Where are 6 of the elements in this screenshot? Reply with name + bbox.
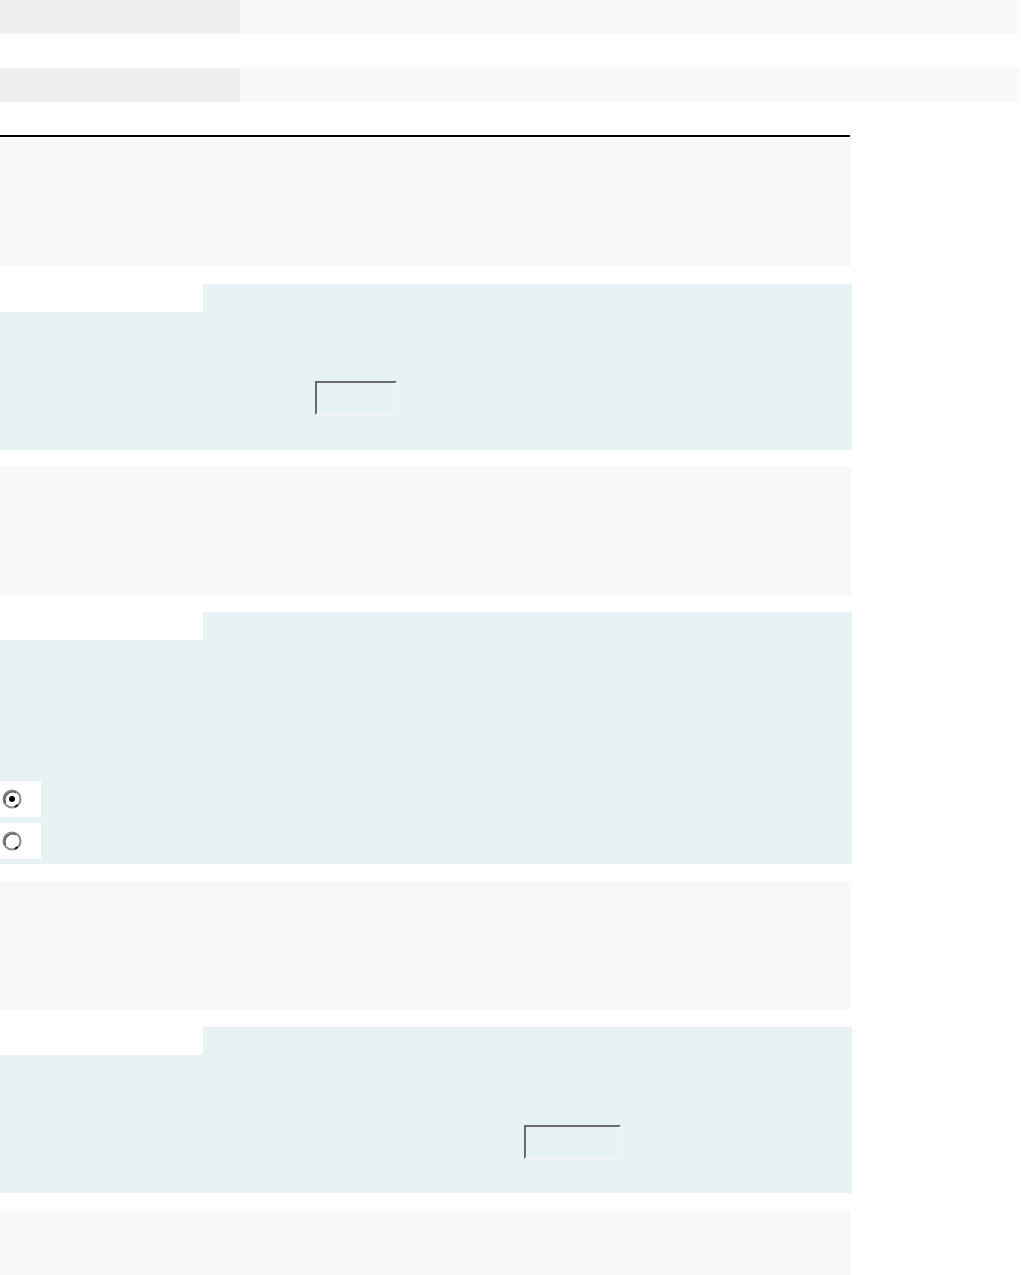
input-field[interactable] (315, 381, 397, 415)
radio-button[interactable] (2, 831, 22, 851)
option-row[interactable] (0, 781, 41, 817)
option-row[interactable] (0, 823, 41, 859)
input-field[interactable] (524, 1125, 621, 1159)
radio-button[interactable] (2, 789, 22, 809)
